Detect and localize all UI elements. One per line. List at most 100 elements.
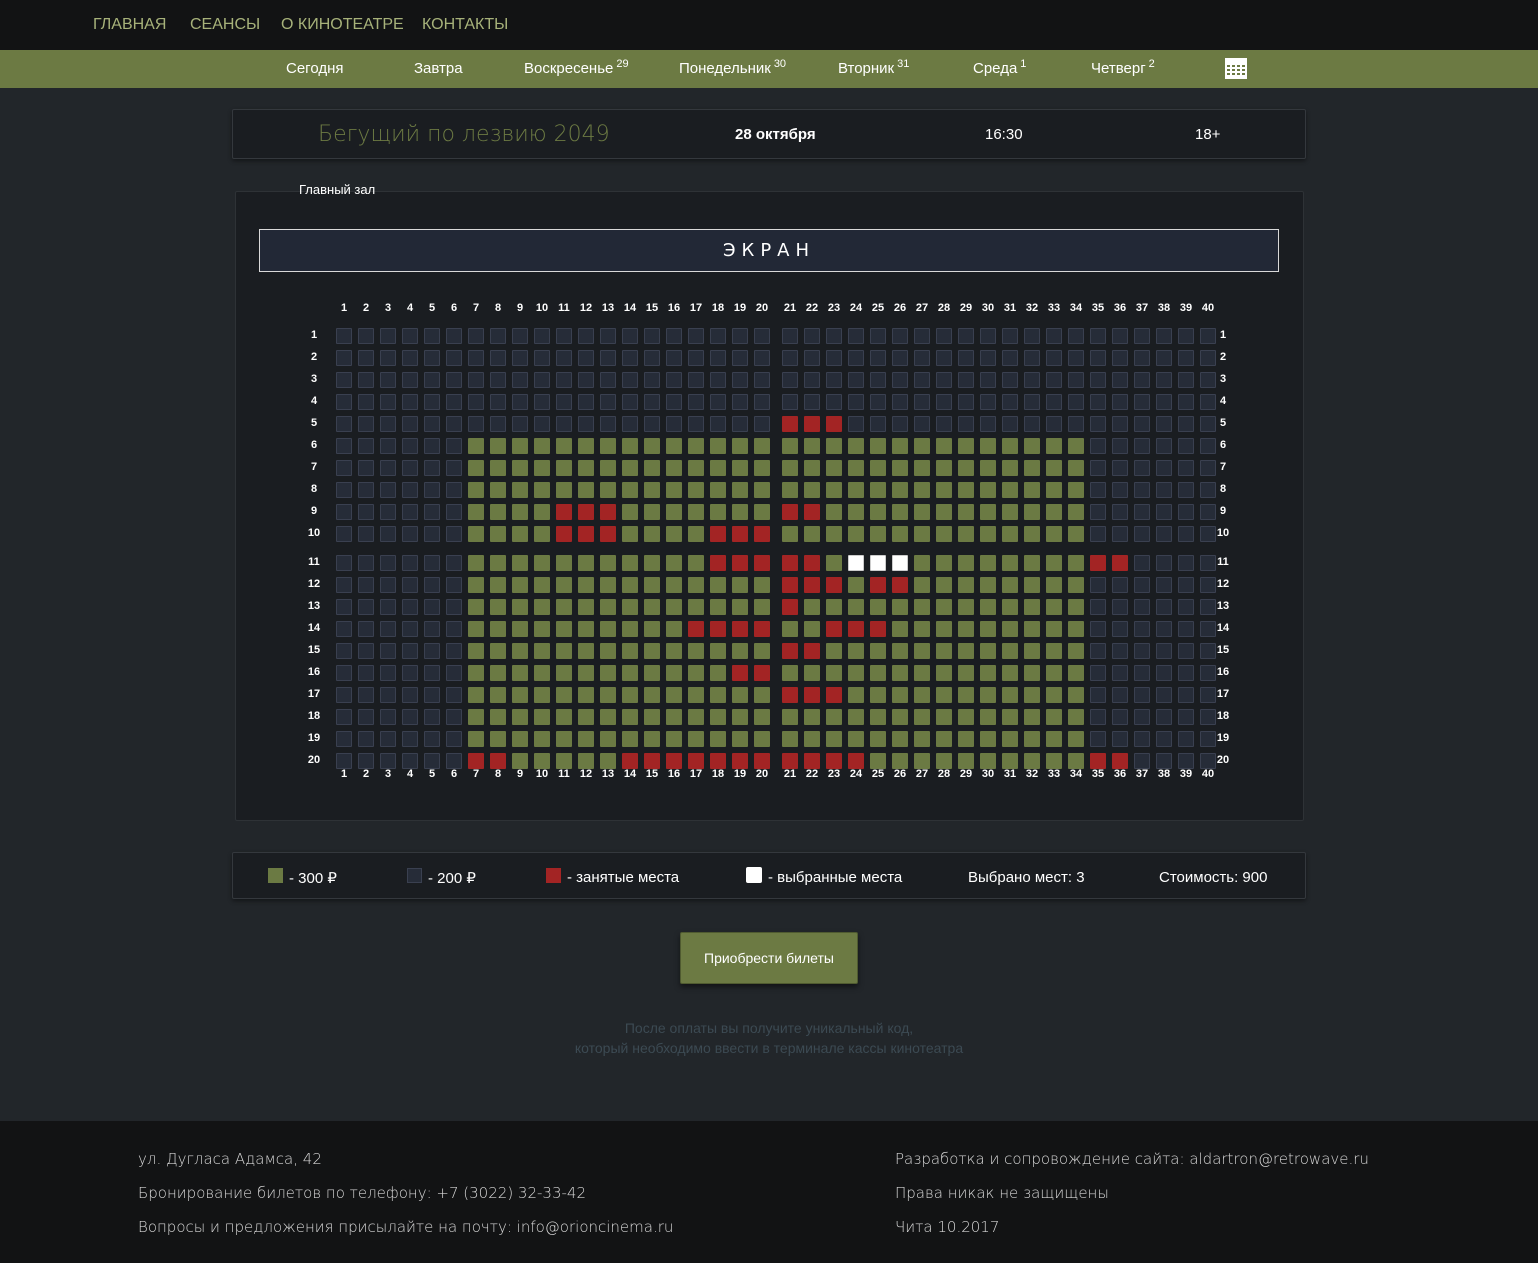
seat-regular[interactable] <box>1156 577 1172 593</box>
seat-regular[interactable] <box>914 350 930 366</box>
seat-premium[interactable] <box>914 665 930 681</box>
seat-regular[interactable] <box>534 394 550 410</box>
seat-regular[interactable] <box>336 372 352 388</box>
seat-premium[interactable] <box>804 526 820 542</box>
seat-premium[interactable] <box>468 599 484 615</box>
seat-regular[interactable] <box>402 460 418 476</box>
seat-premium[interactable] <box>622 621 638 637</box>
seat-regular[interactable] <box>1200 577 1216 593</box>
seat-premium[interactable] <box>600 555 616 571</box>
seat-premium[interactable] <box>1002 526 1018 542</box>
seat-regular[interactable] <box>402 350 418 366</box>
seat-regular[interactable] <box>402 482 418 498</box>
seat-premium[interactable] <box>848 643 864 659</box>
seat-premium[interactable] <box>914 731 930 747</box>
seat-premium[interactable] <box>936 577 952 593</box>
seat-premium[interactable] <box>870 599 886 615</box>
seat-regular[interactable] <box>468 350 484 366</box>
seat-regular[interactable] <box>732 394 748 410</box>
seat-taken[interactable] <box>804 504 820 520</box>
seat-regular[interactable] <box>1134 526 1150 542</box>
seat-regular[interactable] <box>358 372 374 388</box>
seat-regular[interactable] <box>754 350 770 366</box>
seat-premium[interactable] <box>980 526 996 542</box>
seat-regular[interactable] <box>336 577 352 593</box>
seat-premium[interactable] <box>782 526 798 542</box>
seat-regular[interactable] <box>380 643 396 659</box>
seat-premium[interactable] <box>688 482 704 498</box>
seat-regular[interactable] <box>1200 372 1216 388</box>
seat-regular[interactable] <box>1200 687 1216 703</box>
seat-premium[interactable] <box>490 482 506 498</box>
day-tomorrow[interactable]: Завтра <box>414 60 463 77</box>
seat-premium[interactable] <box>958 577 974 593</box>
seat-regular[interactable] <box>848 328 864 344</box>
seat-premium[interactable] <box>870 643 886 659</box>
seat-regular[interactable] <box>556 350 572 366</box>
seat-regular[interactable] <box>402 643 418 659</box>
seat-taken[interactable] <box>732 665 748 681</box>
seat-premium[interactable] <box>870 526 886 542</box>
seat-regular[interactable] <box>1134 394 1150 410</box>
seat-regular[interactable] <box>336 643 352 659</box>
seat-regular[interactable] <box>336 416 352 432</box>
seat-regular[interactable] <box>380 621 396 637</box>
seat-premium[interactable] <box>688 731 704 747</box>
seat-premium[interactable] <box>622 504 638 520</box>
seat-taken[interactable] <box>804 643 820 659</box>
seat-regular[interactable] <box>446 731 462 747</box>
seat-premium[interactable] <box>688 555 704 571</box>
seat-premium[interactable] <box>1046 665 1062 681</box>
seat-regular[interactable] <box>402 526 418 542</box>
seat-premium[interactable] <box>892 438 908 454</box>
seat-premium[interactable] <box>578 555 594 571</box>
seat-premium[interactable] <box>666 599 682 615</box>
seat-premium[interactable] <box>600 621 616 637</box>
seat-regular[interactable] <box>1134 687 1150 703</box>
seat-premium[interactable] <box>804 709 820 725</box>
seat-regular[interactable] <box>578 394 594 410</box>
day-wednesday[interactable]: Среда 1 <box>973 58 1026 77</box>
seat-taken[interactable] <box>1112 555 1128 571</box>
seat-premium[interactable] <box>512 504 528 520</box>
seat-regular[interactable] <box>424 709 440 725</box>
seat-taken[interactable] <box>754 753 770 769</box>
seat-premium[interactable] <box>870 665 886 681</box>
seat-premium[interactable] <box>1068 687 1084 703</box>
seat-premium[interactable] <box>578 577 594 593</box>
seat-premium[interactable] <box>512 665 528 681</box>
seat-regular[interactable] <box>936 350 952 366</box>
seat-regular[interactable] <box>512 394 528 410</box>
seat-regular[interactable] <box>1178 372 1194 388</box>
seat-premium[interactable] <box>826 460 842 476</box>
seat-regular[interactable] <box>1112 482 1128 498</box>
seat-premium[interactable] <box>892 665 908 681</box>
seat-premium[interactable] <box>666 526 682 542</box>
seat-regular[interactable] <box>468 372 484 388</box>
seat-premium[interactable] <box>468 709 484 725</box>
seat-regular[interactable] <box>1178 599 1194 615</box>
seat-premium[interactable] <box>1068 577 1084 593</box>
seat-taken[interactable] <box>710 555 726 571</box>
seat-regular[interactable] <box>1134 504 1150 520</box>
seat-regular[interactable] <box>468 416 484 432</box>
seat-regular[interactable] <box>336 753 352 769</box>
seat-premium[interactable] <box>578 687 594 703</box>
seat-regular[interactable] <box>424 416 440 432</box>
seat-premium[interactable] <box>512 621 528 637</box>
seat-premium[interactable] <box>870 687 886 703</box>
seat-premium[interactable] <box>490 621 506 637</box>
seat-premium[interactable] <box>490 526 506 542</box>
seat-premium[interactable] <box>936 555 952 571</box>
seat-premium[interactable] <box>556 577 572 593</box>
seat-premium[interactable] <box>468 665 484 681</box>
buy-tickets-button[interactable]: Приобрести билеты <box>680 932 858 984</box>
seat-taken[interactable] <box>644 753 660 769</box>
seat-premium[interactable] <box>892 687 908 703</box>
seat-premium[interactable] <box>914 687 930 703</box>
seat-premium[interactable] <box>578 643 594 659</box>
seat-regular[interactable] <box>446 372 462 388</box>
seat-regular[interactable] <box>1090 526 1106 542</box>
seat-regular[interactable] <box>446 599 462 615</box>
seat-premium[interactable] <box>468 555 484 571</box>
